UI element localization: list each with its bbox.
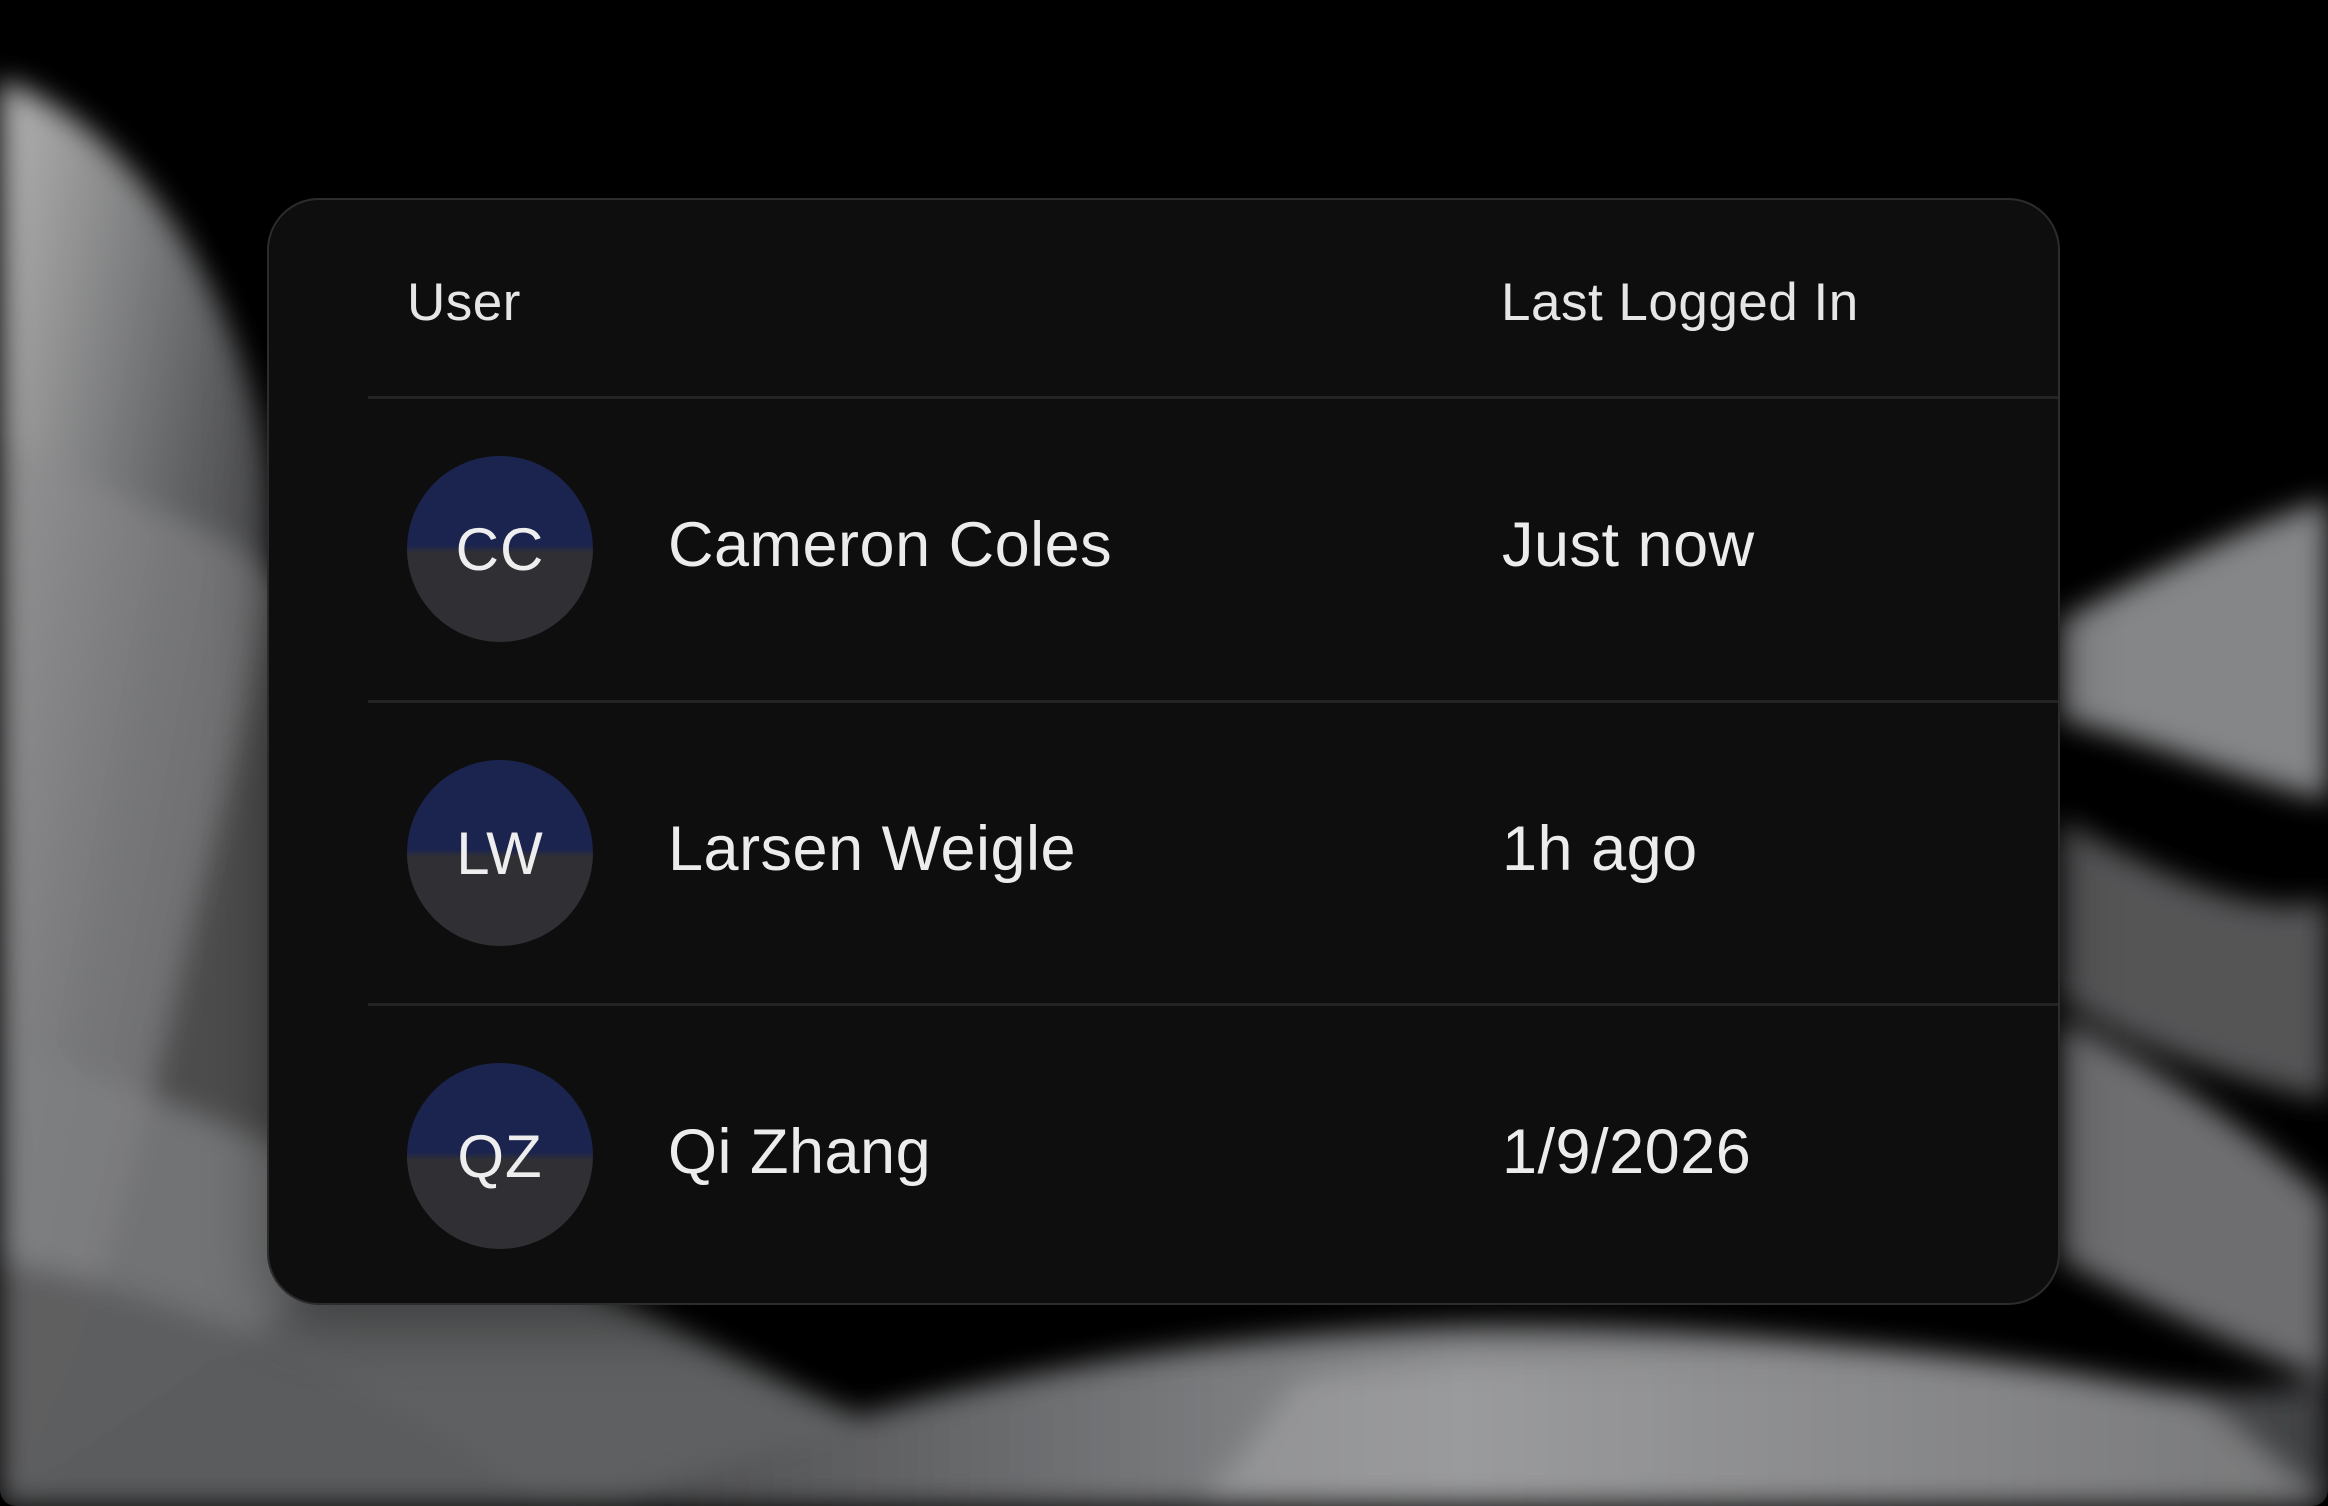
avatar: CC <box>407 456 593 642</box>
page-stage: User Last Logged In CC Cameron Coles Jus… <box>0 0 2328 1506</box>
table-header: User Last Logged In <box>269 200 2058 398</box>
users-table-card: User Last Logged In CC Cameron Coles Jus… <box>267 198 2060 1305</box>
avatar: QZ <box>407 1063 593 1249</box>
table-row[interactable]: LW Larsen Weigle 1h ago <box>269 703 2058 1003</box>
user-name: Larsen Weigle <box>668 814 1077 884</box>
avatar-initials: QZ <box>457 1122 543 1190</box>
last-logged-in-value: 1h ago <box>1502 814 1698 884</box>
last-logged-in-value: 1/9/2026 <box>1502 1117 1752 1187</box>
last-logged-in-value: Just now <box>1502 510 1755 580</box>
user-name: Cameron Coles <box>668 510 1113 580</box>
column-header-last-logged-in[interactable]: Last Logged In <box>1501 272 1859 333</box>
avatar-initials: CC <box>455 515 545 583</box>
table-row[interactable]: CC Cameron Coles Just now <box>269 399 2058 699</box>
avatar: LW <box>407 760 593 946</box>
table-row[interactable]: QZ Qi Zhang 1/9/2026 <box>269 1006 2058 1303</box>
avatar-initials: LW <box>456 819 544 887</box>
user-name: Qi Zhang <box>668 1117 932 1187</box>
column-header-user[interactable]: User <box>407 272 521 333</box>
